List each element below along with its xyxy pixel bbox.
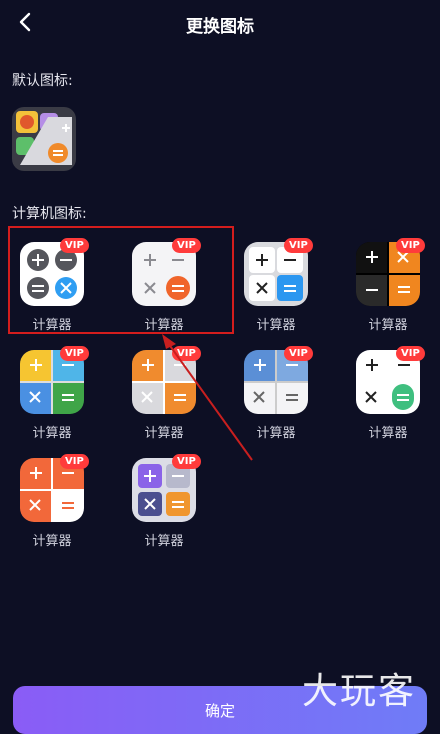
vip-badge: VIP <box>396 346 425 361</box>
vip-badge: VIP <box>172 346 201 361</box>
icon-label: 计算器 <box>32 318 72 333</box>
icon-label: 计算器 <box>32 426 72 441</box>
icon-label: 计算器 <box>368 426 408 441</box>
icon-option-8[interactable]: VIP 计算器 <box>346 342 436 446</box>
vip-badge: VIP <box>284 346 313 361</box>
icon-option-2[interactable]: VIP 计算器 <box>122 234 212 338</box>
vip-badge: VIP <box>172 238 201 253</box>
icon-option-6[interactable]: VIP 计算器 <box>122 342 212 446</box>
vip-badge: VIP <box>396 238 425 253</box>
calculator-icon-label: 计算机图标: <box>12 206 87 222</box>
icon-option-3[interactable]: VIP 计算器 <box>234 234 324 338</box>
icon-option-1[interactable]: VIP 计算器 <box>10 234 100 338</box>
default-icon-label: 默认图标: <box>12 73 73 89</box>
page-title: 更换图标 <box>186 17 254 37</box>
default-app-icon[interactable] <box>12 107 76 171</box>
vip-badge: VIP <box>60 238 89 253</box>
icon-option-9[interactable]: VIP 计算器 <box>10 450 100 554</box>
vip-badge: VIP <box>60 454 89 469</box>
vip-badge: VIP <box>172 454 201 469</box>
icon-label: 计算器 <box>256 318 296 333</box>
header: 更换图标 <box>0 0 440 46</box>
icon-label: 计算器 <box>144 426 184 441</box>
vip-badge: VIP <box>60 346 89 361</box>
vip-badge: VIP <box>284 238 313 253</box>
icon-option-10[interactable]: VIP 计算器 <box>122 450 212 554</box>
watermark: 大玩客 <box>302 671 417 712</box>
icon-label: 计算器 <box>144 318 184 333</box>
icon-option-4[interactable]: VIP 计算器 <box>346 234 436 338</box>
icon-label: 计算器 <box>32 534 72 549</box>
icon-label: 计算器 <box>144 534 184 549</box>
icon-option-7[interactable]: VIP 计算器 <box>234 342 324 446</box>
icon-label: 计算器 <box>256 426 296 441</box>
icon-label: 计算器 <box>368 318 408 333</box>
icon-option-5[interactable]: VIP 计算器 <box>10 342 100 446</box>
